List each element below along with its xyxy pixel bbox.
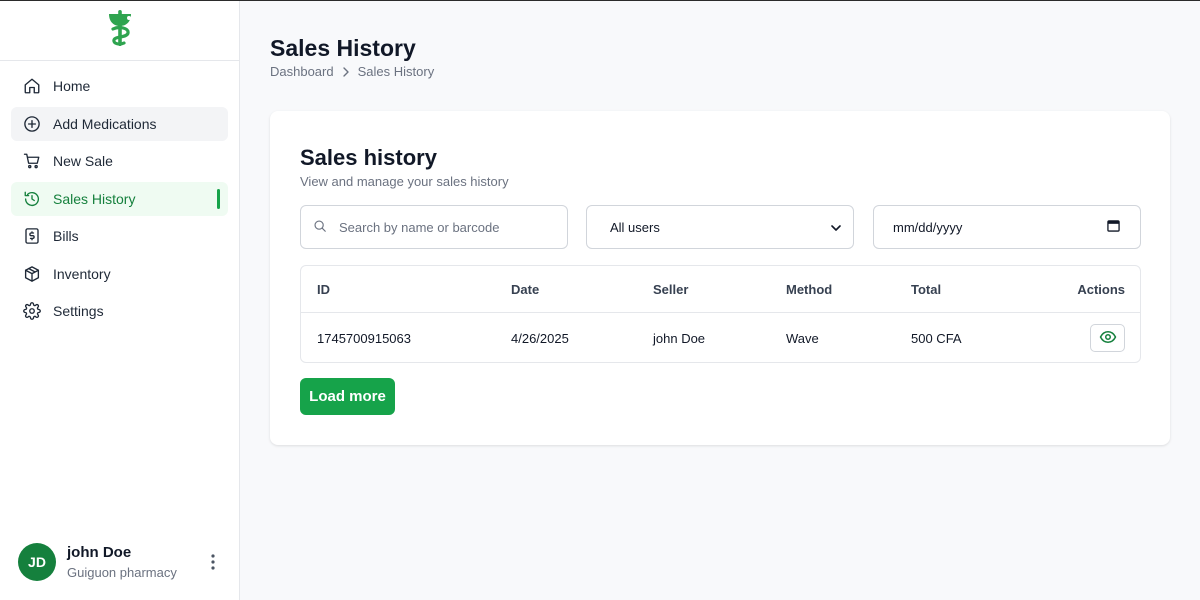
search-field: [300, 205, 568, 249]
search-input[interactable]: [339, 219, 559, 235]
main-content: Sales History Dashboard Sales History Sa…: [240, 1, 1200, 600]
cell-id: 1745700915063: [317, 330, 411, 346]
breadcrumb-current: Sales History: [357, 64, 435, 79]
column-header-total: Total: [911, 281, 942, 297]
kebab-menu-icon[interactable]: [205, 552, 221, 572]
breadcrumb-dashboard[interactable]: Dashboard: [270, 64, 334, 79]
date-filter-value: mm/dd/yyyy: [893, 219, 963, 235]
sidebar-item-label: New Sale: [53, 153, 113, 169]
column-header-seller: Seller: [653, 281, 689, 297]
user-profile: JD john Doe Guiguon pharmacy: [18, 541, 221, 583]
card-title: Sales history: [300, 145, 437, 170]
sales-history-card: Sales history View and manage your sales…: [270, 111, 1170, 445]
sidebar: Home Add Medications New Sale Sales Hist…: [0, 1, 240, 600]
date-filter-input[interactable]: mm/dd/yyyy: [873, 205, 1141, 249]
user-info: john Doe Guiguon pharmacy: [67, 544, 205, 580]
cell-method: Wave: [786, 330, 819, 346]
card-subtitle: View and manage your sales history: [300, 174, 509, 189]
view-sale-button[interactable]: [1090, 324, 1125, 352]
home-icon: [23, 77, 41, 95]
sidebar-item-home[interactable]: Home: [11, 69, 228, 103]
column-header-id: ID: [317, 281, 330, 297]
cart-icon: [23, 152, 41, 170]
user-filter-select[interactable]: All users: [586, 205, 854, 249]
sidebar-item-inventory[interactable]: Inventory: [11, 257, 228, 291]
sidebar-item-label: Sales History: [53, 190, 136, 207]
bill-icon: [23, 227, 41, 245]
sidebar-item-label: Add Medications: [53, 115, 157, 132]
sidebar-item-bills[interactable]: Bills: [11, 219, 228, 253]
load-more-button[interactable]: Load more: [300, 378, 395, 415]
eye-icon: [1099, 328, 1117, 349]
sales-table: ID Date Seller Method Total Actions 1745…: [300, 265, 1141, 363]
column-header-date: Date: [511, 281, 540, 297]
cell-date: 4/26/2025: [511, 330, 569, 346]
breadcrumb: Dashboard Sales History: [270, 64, 434, 79]
search-icon: [313, 219, 327, 236]
cell-seller: john Doe: [653, 330, 706, 346]
cell-total: 500 CFA: [911, 330, 962, 346]
sidebar-item-new-sale[interactable]: New Sale: [11, 144, 228, 178]
column-header-actions: Actions: [1077, 281, 1125, 297]
avatar[interactable]: JD: [18, 543, 56, 581]
history-icon: [23, 190, 41, 208]
cell-actions: [1090, 324, 1125, 352]
box-icon: [23, 265, 41, 283]
chevron-down-icon: [831, 220, 841, 235]
chevron-right-icon: [342, 66, 350, 77]
plus-circle-icon: [23, 115, 41, 133]
page-title: Sales History: [270, 35, 416, 61]
user-name: john Doe: [67, 544, 132, 561]
user-filter-value: All users: [610, 219, 660, 235]
user-org: Guiguon pharmacy: [67, 565, 177, 580]
sidebar-item-label: Inventory: [53, 265, 111, 282]
column-header-method: Method: [786, 281, 833, 297]
pharmacy-caduceus-icon[interactable]: [103, 9, 137, 52]
sidebar-item-sales-history[interactable]: Sales History: [11, 181, 228, 216]
table-header: ID Date Seller Method Total Actions: [301, 266, 1140, 313]
calendar-icon[interactable]: [1107, 219, 1120, 235]
sidebar-nav: Home Add Medications New Sale Sales Hist…: [0, 61, 239, 340]
sidebar-item-settings[interactable]: Settings: [11, 294, 228, 328]
sidebar-item-add-medications[interactable]: Add Medications: [11, 106, 228, 141]
gear-icon: [23, 302, 41, 320]
table-row: 1745700915063 4/26/2025 john Doe Wave 50…: [301, 313, 1140, 362]
sidebar-item-label: Bills: [53, 228, 79, 244]
logo-area: [0, 1, 239, 61]
sidebar-item-label: Settings: [53, 303, 104, 319]
sidebar-item-label: Home: [53, 78, 91, 94]
